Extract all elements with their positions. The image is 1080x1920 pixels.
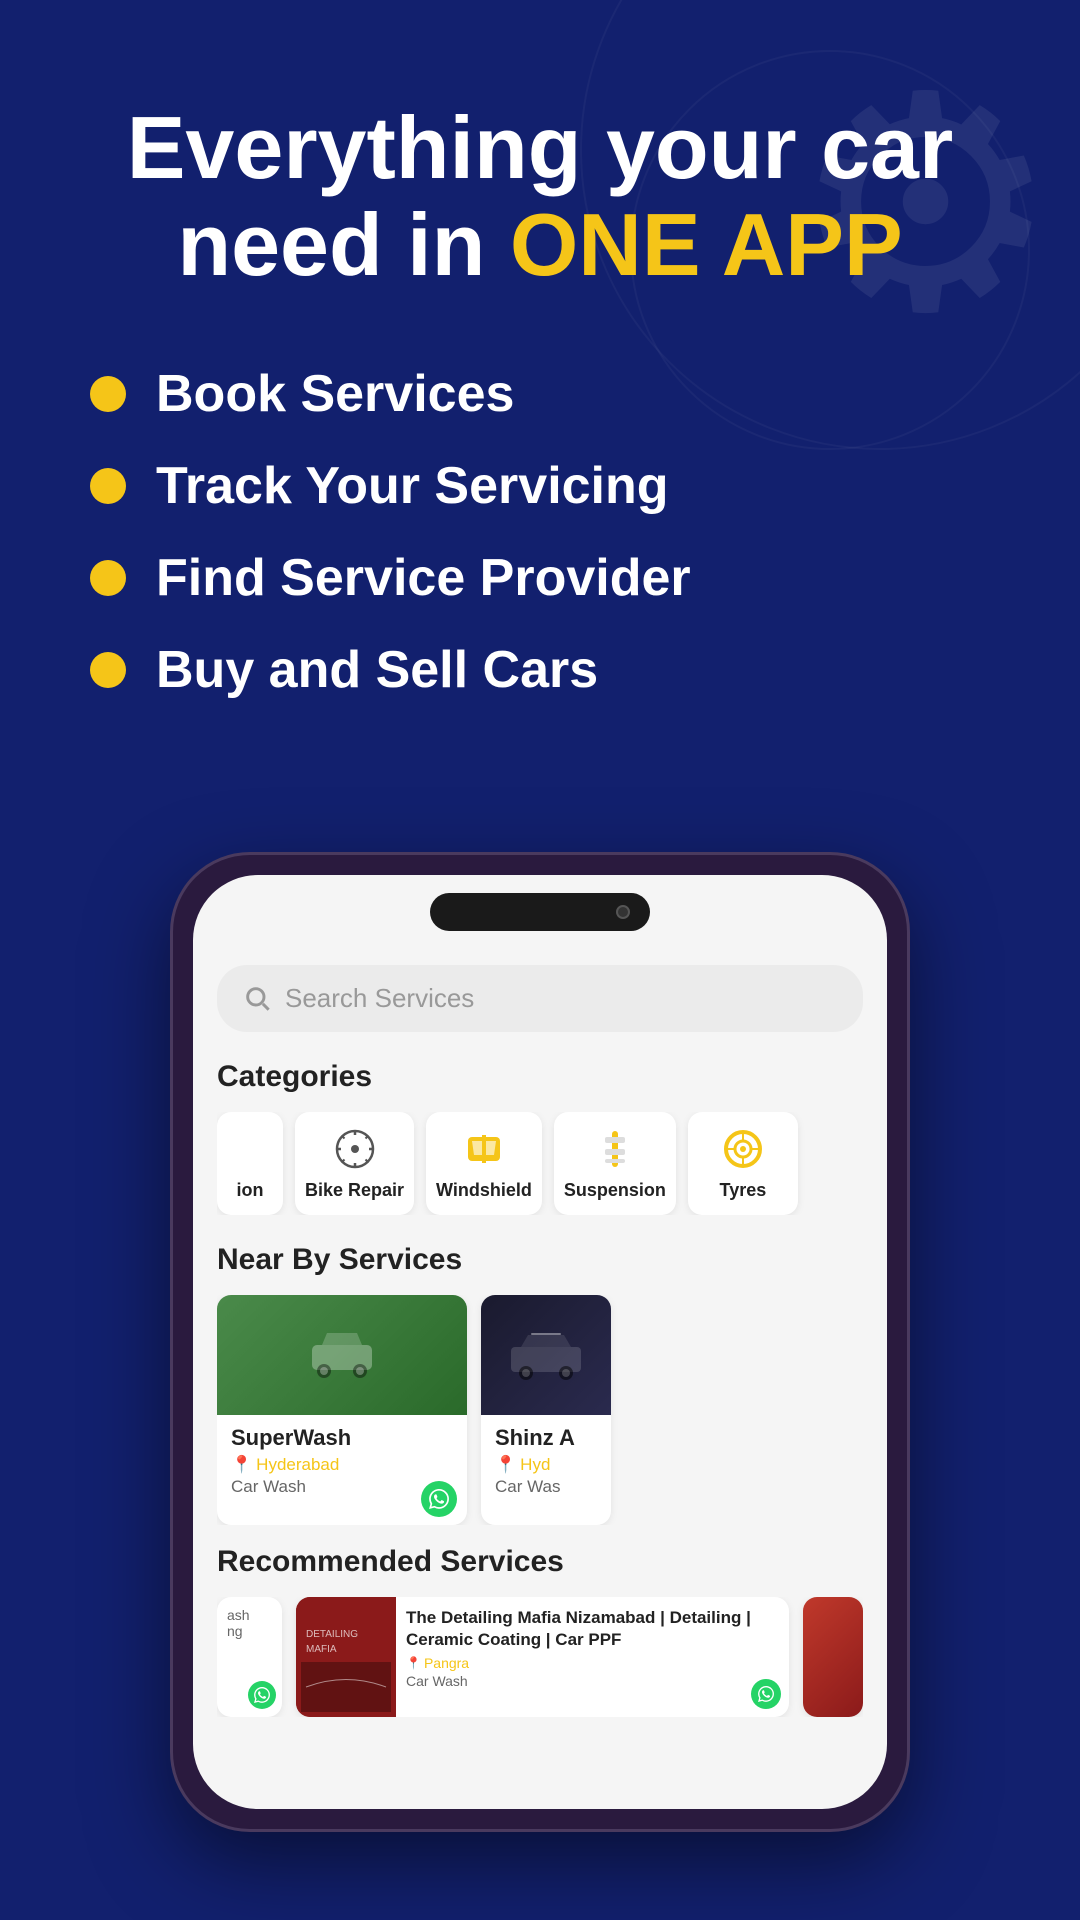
feature-item-2: Track Your Servicing — [90, 456, 990, 516]
whatsapp-button-superwash[interactable] — [421, 1481, 457, 1517]
service-card-superwash[interactable]: SuperWash 📍 Hyderabad Car Wash — [217, 1295, 467, 1525]
feature-text-3: Find Service Provider — [156, 548, 691, 608]
detailing-body: The Detailing Mafia Nizamabad | Detailin… — [396, 1597, 789, 1717]
shinz-img-placeholder — [481, 1295, 611, 1415]
category-item-windshield[interactable]: Windshield — [426, 1112, 542, 1215]
rec-card-partial-left[interactable]: ash ng — [217, 1597, 282, 1717]
feature-dot-1 — [90, 376, 126, 412]
detailing-type: Car Wash — [406, 1673, 779, 1689]
categories-title: Categories — [217, 1060, 863, 1094]
partial-category-label: ion — [237, 1180, 264, 1201]
bike-repair-icon — [332, 1126, 378, 1172]
shinz-type: Car Was — [495, 1477, 597, 1497]
nearby-title: Near By Services — [217, 1243, 863, 1277]
location-pin-icon: 📍 — [231, 1455, 252, 1475]
hero-title-line1: Everything your car — [127, 98, 954, 197]
superwash-img-placeholder — [217, 1295, 467, 1415]
shinz-img — [481, 1295, 611, 1415]
whatsapp-button-detailing[interactable] — [751, 1679, 781, 1709]
recommended-section: Recommended Services ash ng — [217, 1545, 863, 1717]
recommended-title: Recommended Services — [217, 1545, 863, 1579]
superwash-name: SuperWash — [231, 1425, 453, 1451]
suspension-icon — [592, 1126, 638, 1172]
location-pin-icon-3: 📍 — [406, 1656, 421, 1670]
superwash-img — [217, 1295, 467, 1415]
rec-card-detailing[interactable]: DETAILING MAFIA The Detailing Mafia Niza… — [296, 1597, 789, 1717]
category-item-bike-repair[interactable]: Bike Repair — [295, 1112, 414, 1215]
phone-app-content: Search Services Categories ion — [193, 945, 887, 1809]
categories-row: ion — [217, 1112, 863, 1215]
rec-card-third[interactable] — [803, 1597, 863, 1717]
detailing-city: Pangra — [424, 1655, 469, 1671]
bike-repair-label: Bike Repair — [305, 1180, 404, 1201]
category-item-suspension[interactable]: Suspension — [554, 1112, 676, 1215]
feature-text-1: Book Services — [156, 364, 514, 424]
superwash-location: 📍 Hyderabad — [231, 1455, 453, 1475]
feature-text-4: Buy and Sell Cars — [156, 640, 598, 700]
feature-text-2: Track Your Servicing — [156, 456, 669, 516]
feature-item-4: Buy and Sell Cars — [90, 640, 990, 700]
svg-text:MAFIA: MAFIA — [306, 1644, 337, 1655]
phone-notch — [430, 893, 650, 931]
category-item-partial[interactable]: ion — [217, 1112, 283, 1215]
tyres-label: Tyres — [720, 1180, 767, 1201]
detailing-location: 📍 Pangra — [406, 1655, 779, 1671]
notch-camera — [616, 905, 630, 919]
search-icon — [243, 984, 271, 1012]
svg-text:DETAILING: DETAILING — [306, 1629, 358, 1640]
shinz-location: 📍 Hyd — [495, 1455, 597, 1475]
superwash-city: Hyderabad — [256, 1455, 339, 1475]
superwash-type: Car Wash — [231, 1477, 453, 1497]
feature-item-3: Find Service Provider — [90, 548, 990, 608]
location-pin-icon-2: 📍 — [495, 1455, 516, 1475]
nearby-cards: SuperWash 📍 Hyderabad Car Wash — [217, 1295, 863, 1525]
hero-title-highlight: ONE APP — [510, 195, 903, 294]
hero-title-line2: need in — [177, 195, 510, 294]
tyres-icon — [720, 1126, 766, 1172]
search-bar[interactable]: Search Services — [217, 965, 863, 1032]
shinz-body: Shinz A 📍 Hyd Car Was — [481, 1415, 611, 1525]
feature-dot-3 — [90, 560, 126, 596]
detailing-name: The Detailing Mafia Nizamabad | Detailin… — [406, 1607, 779, 1651]
feature-item-1: Book Services — [90, 364, 990, 424]
shinz-city: Hyd — [520, 1455, 550, 1475]
windshield-icon — [461, 1126, 507, 1172]
service-card-shinz[interactable]: Shinz A 📍 Hyd Car Was — [481, 1295, 611, 1525]
windshield-label: Windshield — [436, 1180, 532, 1201]
search-placeholder: Search Services — [285, 983, 474, 1014]
shinz-name: Shinz A — [495, 1425, 597, 1451]
category-item-tyres[interactable]: Tyres — [688, 1112, 798, 1215]
feature-dot-4 — [90, 652, 126, 688]
detailing-img: DETAILING MAFIA — [296, 1597, 396, 1717]
hero-title: Everything your car need in ONE APP — [70, 100, 1010, 294]
recommended-cards: ash ng — [217, 1597, 863, 1717]
partial-category-icon — [227, 1126, 273, 1172]
nearby-section: Near By Services — [217, 1243, 863, 1525]
suspension-label: Suspension — [564, 1180, 666, 1201]
features-list: Book Services Track Your Servicing Find … — [70, 364, 1010, 700]
phone-frame: Search Services Categories ion — [170, 852, 910, 1832]
phone-inner: Search Services Categories ion — [193, 875, 887, 1809]
hero-section: Everything your car need in ONE APP Book… — [0, 0, 1080, 792]
phone-container: Search Services Categories ion — [0, 852, 1080, 1832]
feature-dot-2 — [90, 468, 126, 504]
